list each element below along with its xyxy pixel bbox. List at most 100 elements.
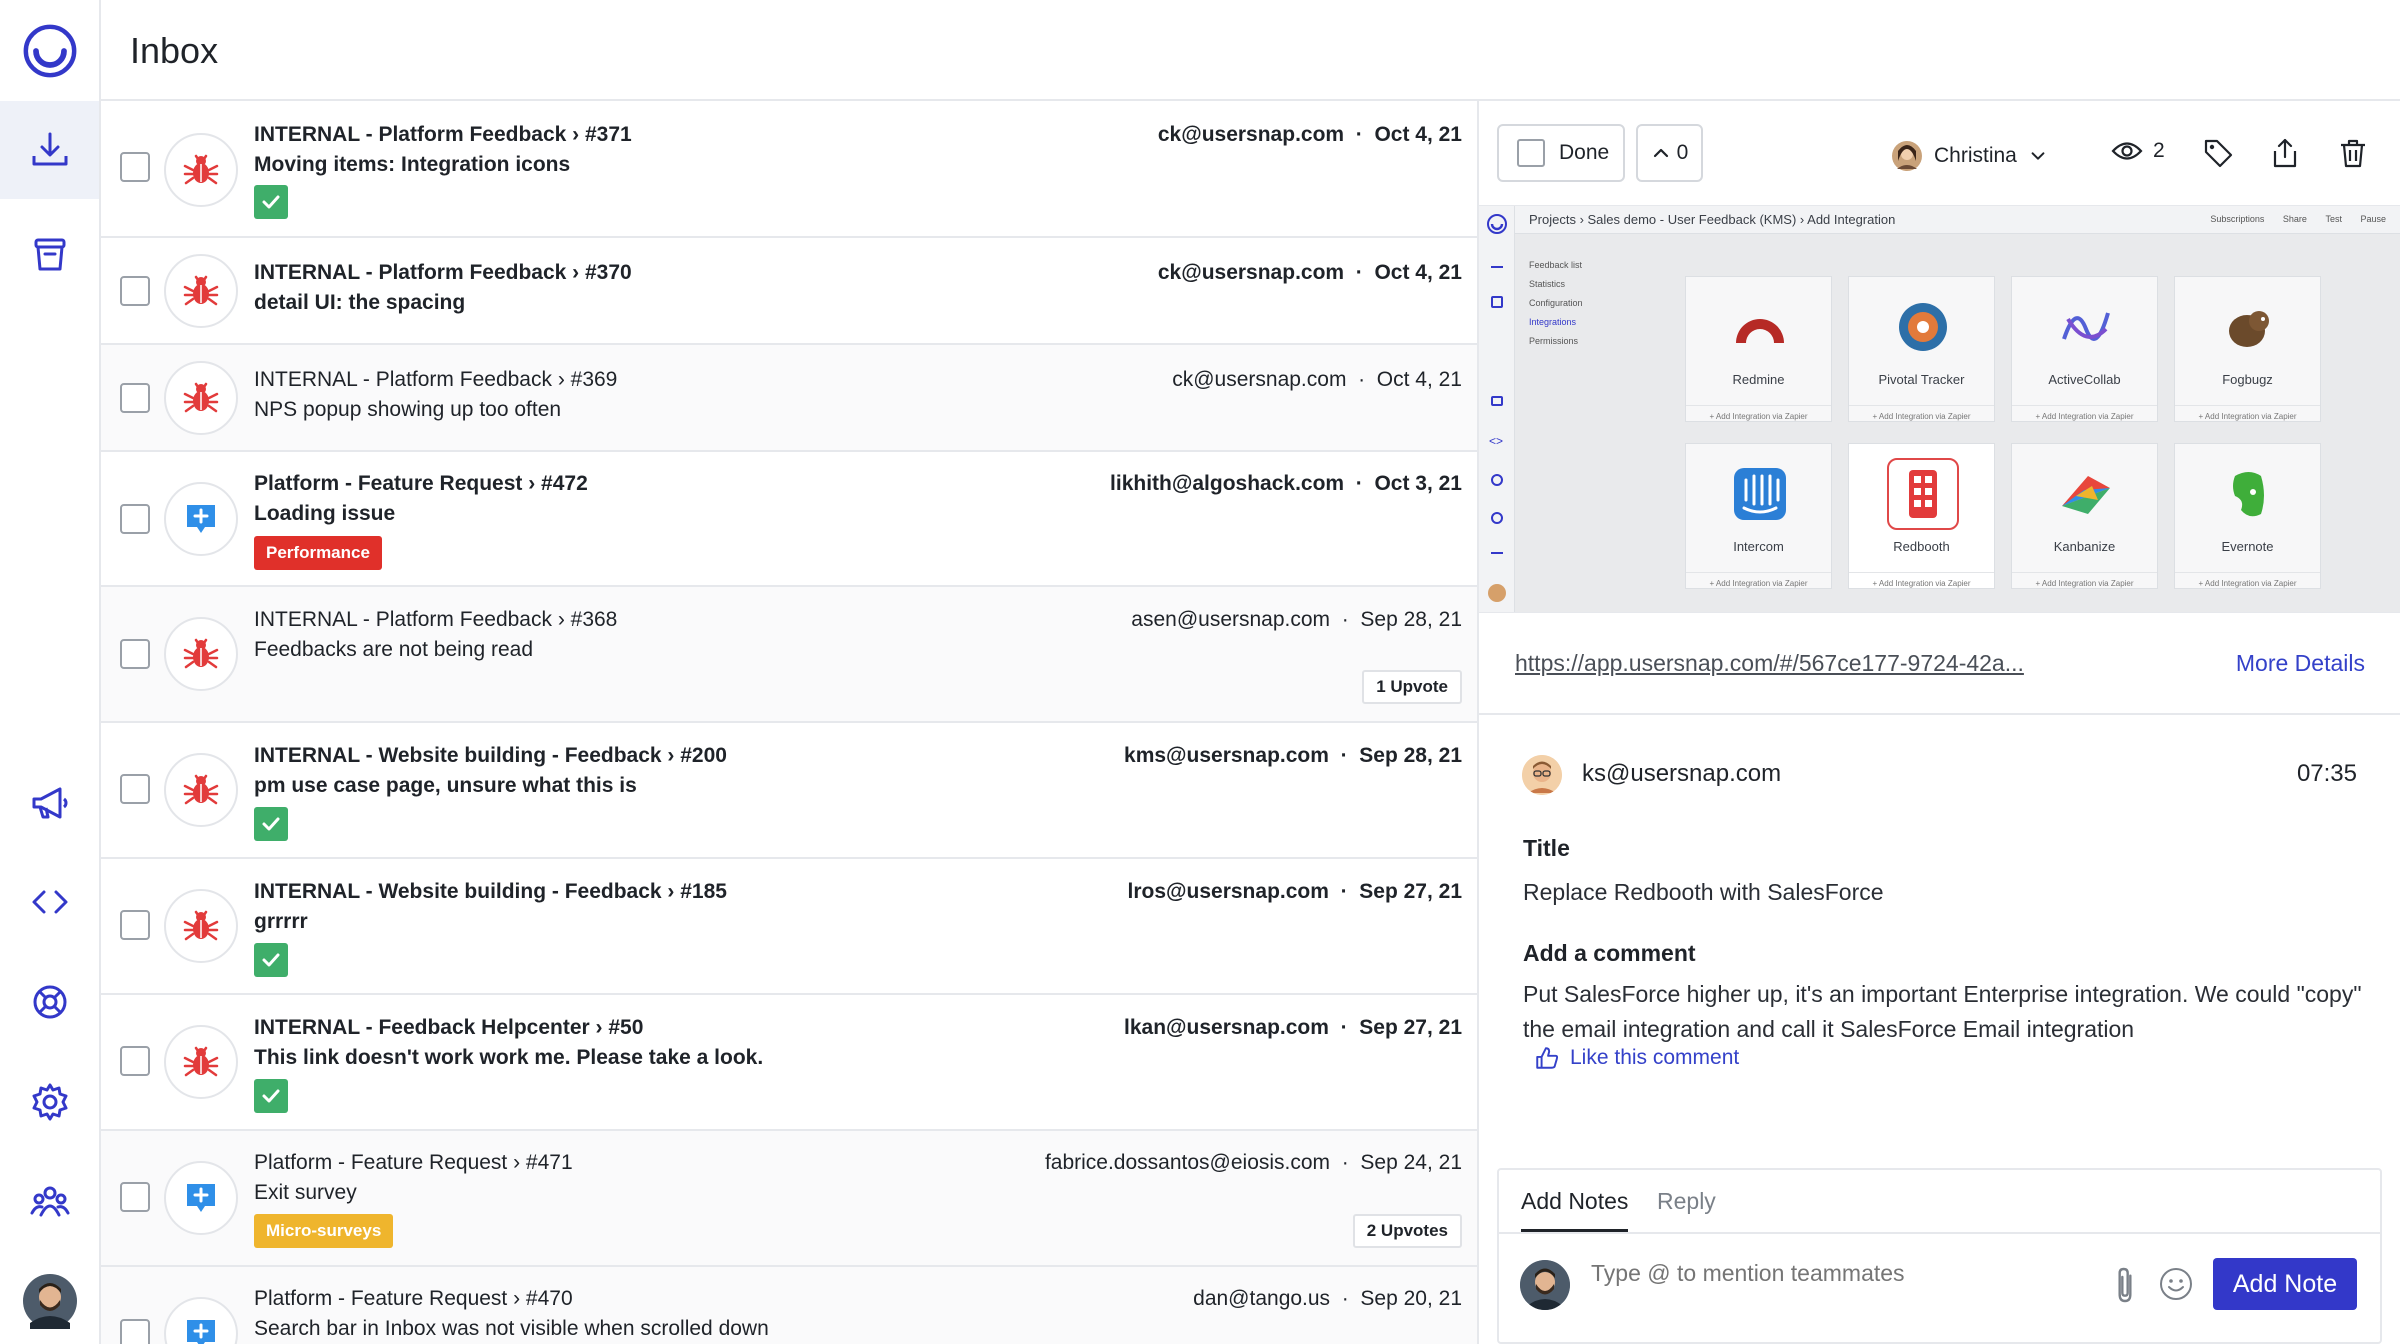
tab-reply[interactable]: Reply: [1657, 1188, 1716, 1229]
list-item[interactable]: INTERNAL - Platform Feedback › #368 Feed…: [101, 587, 1477, 723]
list-item[interactable]: INTERNAL - Platform Feedback › #369 NPS …: [101, 345, 1477, 452]
select-checkbox[interactable]: [120, 1182, 150, 1212]
list-item[interactable]: INTERNAL - Feedback Helpcenter › #50 Thi…: [101, 995, 1477, 1131]
label-tag[interactable]: Performance: [254, 536, 382, 570]
upvote-button[interactable]: 0: [1636, 124, 1703, 182]
assignee-dropdown[interactable]: Christina: [1892, 141, 2047, 171]
item-email: lros@usersnap.com: [1127, 880, 1329, 903]
item-title: Search bar in Inbox was not visible when…: [254, 1317, 769, 1340]
meta-separator: ·: [1341, 608, 1349, 631]
item-date: Sep 20, 21: [1360, 1287, 1462, 1310]
select-checkbox[interactable]: [120, 774, 150, 804]
like-comment-button[interactable]: Like this comment: [1534, 1045, 1739, 1071]
feedback-screenshot[interactable]: <> Projects › Sales demo - User Feedback…: [1479, 205, 2400, 613]
item-date: Sep 24, 21: [1360, 1151, 1462, 1174]
select-checkbox[interactable]: [120, 276, 150, 306]
emoji-icon[interactable]: [2158, 1266, 2194, 1302]
integration-card: Intercom + Add Integration via Zapier: [1685, 443, 1832, 589]
attachment-icon[interactable]: [2109, 1265, 2141, 1305]
list-item[interactable]: Platform - Feature Request › #471 Exit s…: [101, 1131, 1477, 1267]
integration-card: Kanbanize + Add Integration via Zapier: [2011, 443, 2158, 589]
list-item[interactable]: INTERNAL - Website building - Feedback ›…: [101, 723, 1477, 859]
megaphone-icon: [1491, 396, 1503, 406]
item-meta: likhith@algoshack.com · Oct 3, 21: [1110, 472, 1462, 496]
screenshot-nav-item: Statistics: [1529, 279, 1566, 289]
tab-add-notes[interactable]: Add Notes: [1521, 1188, 1629, 1232]
code-brackets-icon[interactable]: [0, 853, 99, 951]
done-button[interactable]: Done: [1497, 124, 1625, 182]
pivotal-tracker-logo-icon: [1895, 299, 1951, 355]
add-note-button[interactable]: Add Note: [2213, 1258, 2357, 1310]
list-item[interactable]: INTERNAL - Platform Feedback › #371 Movi…: [101, 101, 1477, 238]
select-checkbox[interactable]: [120, 639, 150, 669]
integration-name: Kanbanize: [2053, 539, 2116, 554]
bug-icon: [164, 361, 238, 435]
lifebuoy-icon[interactable]: [0, 953, 99, 1051]
integration-sub: + Add Integration via Zapier: [1686, 572, 1831, 588]
team-icon[interactable]: [0, 1152, 99, 1250]
user-avatar-icon[interactable]: [0, 1252, 99, 1344]
item-project: INTERNAL - Platform Feedback › #371: [254, 123, 632, 146]
list-item[interactable]: Platform - Feature Request › #472 Loadin…: [101, 452, 1477, 587]
tag-icon[interactable]: [2202, 137, 2234, 169]
item-title: This link doesn't work work me. Please t…: [254, 1046, 764, 1069]
bug-icon: [164, 753, 238, 827]
url-row: https://app.usersnap.com/#/567ce177-9724…: [1479, 613, 2400, 715]
item-date: Sep 27, 21: [1359, 880, 1462, 903]
item-date: Oct 4, 21: [1374, 261, 1462, 284]
note-input[interactable]: [1591, 1260, 2091, 1287]
comment-time: 07:35: [2296, 760, 2357, 787]
item-email: lkan@usersnap.com: [1124, 1016, 1329, 1039]
trash-icon[interactable]: [2337, 137, 2369, 169]
current-user-avatar: [1520, 1260, 1570, 1310]
archive-box-icon[interactable]: [0, 205, 99, 303]
item-title: grrrrr: [254, 910, 308, 933]
redmine-logo-icon: [1732, 299, 1788, 355]
redbooth-logo-icon: [1887, 458, 1959, 530]
viewers-indicator[interactable]: 2: [2111, 139, 2165, 163]
done-label: Done: [1559, 141, 1610, 164]
list-item[interactable]: INTERNAL - Platform Feedback › #370 deta…: [101, 238, 1477, 345]
integration-card: Fogbugz + Add Integration via Zapier: [2174, 276, 2321, 422]
item-project: INTERNAL - Platform Feedback › #369: [254, 368, 618, 391]
more-details-link[interactable]: More Details: [2236, 650, 2365, 677]
screenshot-breadcrumb: Projects › Sales demo - User Feedback (K…: [1529, 212, 1896, 227]
usersnap-logo-icon[interactable]: [0, 2, 99, 100]
list-item[interactable]: Platform - Feature Request › #470 Search…: [101, 1267, 1477, 1344]
item-date: Oct 4, 21: [1374, 123, 1462, 146]
item-title: Loading issue: [254, 502, 396, 525]
item-date: Sep 28, 21: [1359, 744, 1462, 767]
intercom-logo-icon: [1732, 466, 1788, 522]
code-brackets-icon: <>: [1489, 434, 1504, 448]
select-checkbox[interactable]: [120, 1319, 150, 1344]
integration-name: Evernote: [2221, 539, 2274, 554]
integration-card: ActiveCollab + Add Integration via Zapie…: [2011, 276, 2158, 422]
screenshot-nav-item: Permissions: [1529, 336, 1579, 346]
item-title: detail UI: the spacing: [254, 291, 466, 314]
select-checkbox[interactable]: [120, 1046, 150, 1076]
fogbugz-logo-icon: [2221, 299, 2277, 355]
item-email: kms@usersnap.com: [1124, 744, 1329, 767]
integration-sub: + Add Integration via Zapier: [2012, 405, 2157, 421]
item-meta: ck@usersnap.com · Oct 4, 21: [1172, 368, 1462, 392]
integration-sub: + Add Integration via Zapier: [2175, 405, 2320, 421]
list-item[interactable]: INTERNAL - Website building - Feedback ›…: [101, 859, 1477, 995]
gear-icon[interactable]: [0, 1053, 99, 1151]
team-icon: [1491, 552, 1503, 562]
label-tag[interactable]: Micro-surveys: [254, 1214, 394, 1248]
inbox-download-icon[interactable]: [0, 101, 99, 199]
item-email: dan@tango.us: [1193, 1287, 1331, 1310]
meta-separator: ·: [1340, 880, 1348, 903]
archive-box-icon: [1491, 296, 1503, 308]
item-date: Oct 4, 21: [1376, 368, 1462, 391]
meta-separator: ·: [1355, 261, 1363, 284]
share-icon[interactable]: [2269, 137, 2301, 169]
select-checkbox[interactable]: [120, 910, 150, 940]
item-meta: asen@usersnap.com · Sep 28, 21: [1131, 608, 1462, 632]
page-url-link[interactable]: https://app.usersnap.com/#/567ce177-9724…: [1515, 650, 2024, 677]
select-checkbox[interactable]: [120, 504, 150, 534]
select-checkbox[interactable]: [120, 152, 150, 182]
usersnap-logo-icon: [1487, 214, 1507, 234]
megaphone-icon[interactable]: [0, 754, 99, 852]
select-checkbox[interactable]: [120, 383, 150, 413]
